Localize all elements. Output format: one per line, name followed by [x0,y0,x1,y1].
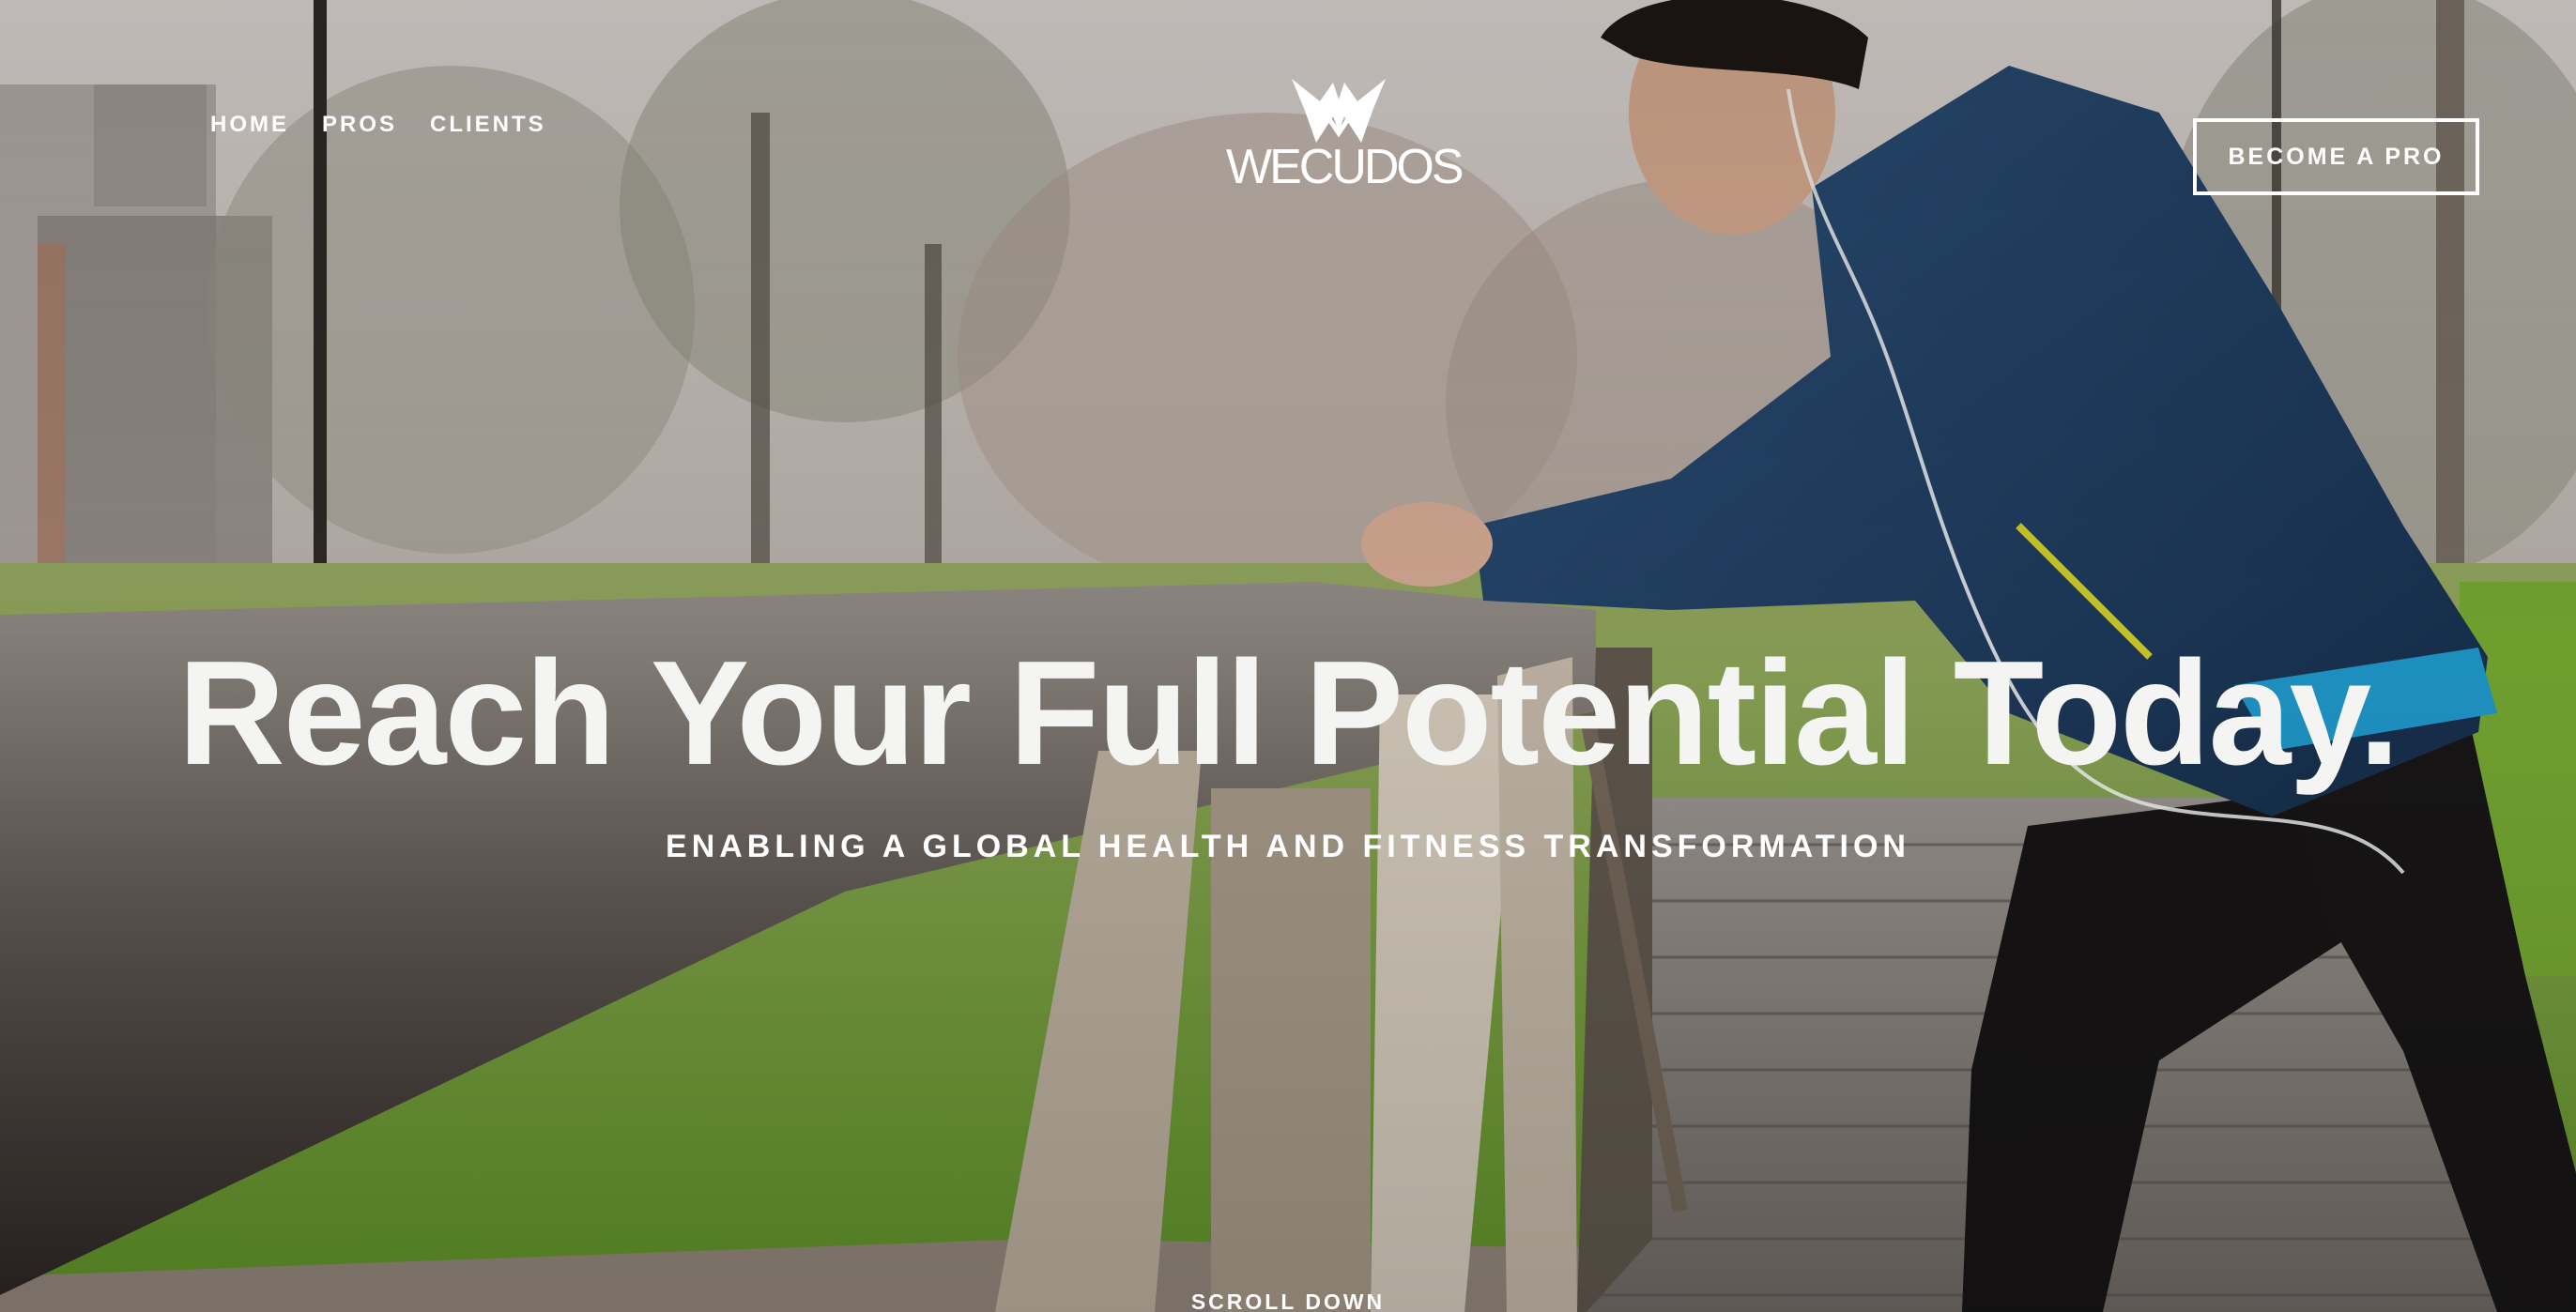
scroll-down-link[interactable]: SCROLL DOWN [1147,1288,1429,1312]
main-nav: HOME PROS CLIENTS [210,111,546,139]
hero-subheadline: ENABLING A GLOBAL HEALTH AND FITNESS TRA… [666,829,1910,864]
scroll-down-label: SCROLL DOWN [1190,1289,1386,1312]
brand-logo[interactable]: WECUDOS [1226,73,1464,195]
hero-section: HOME PROS CLIENTS WECUDOS BECOME A PRO R… [0,0,2576,1312]
nav-item-pros[interactable]: PROS [322,111,397,139]
hero-headline: Reach Your Full Potential Today. [177,631,2400,796]
wings-w-logo-icon [1292,79,1386,143]
become-a-pro-button[interactable]: BECOME A PRO [2193,118,2479,195]
nav-item-clients[interactable]: CLIENTS [430,111,546,139]
brand-name: WECUDOS [1226,140,1464,194]
nav-item-home[interactable]: HOME [210,111,289,139]
